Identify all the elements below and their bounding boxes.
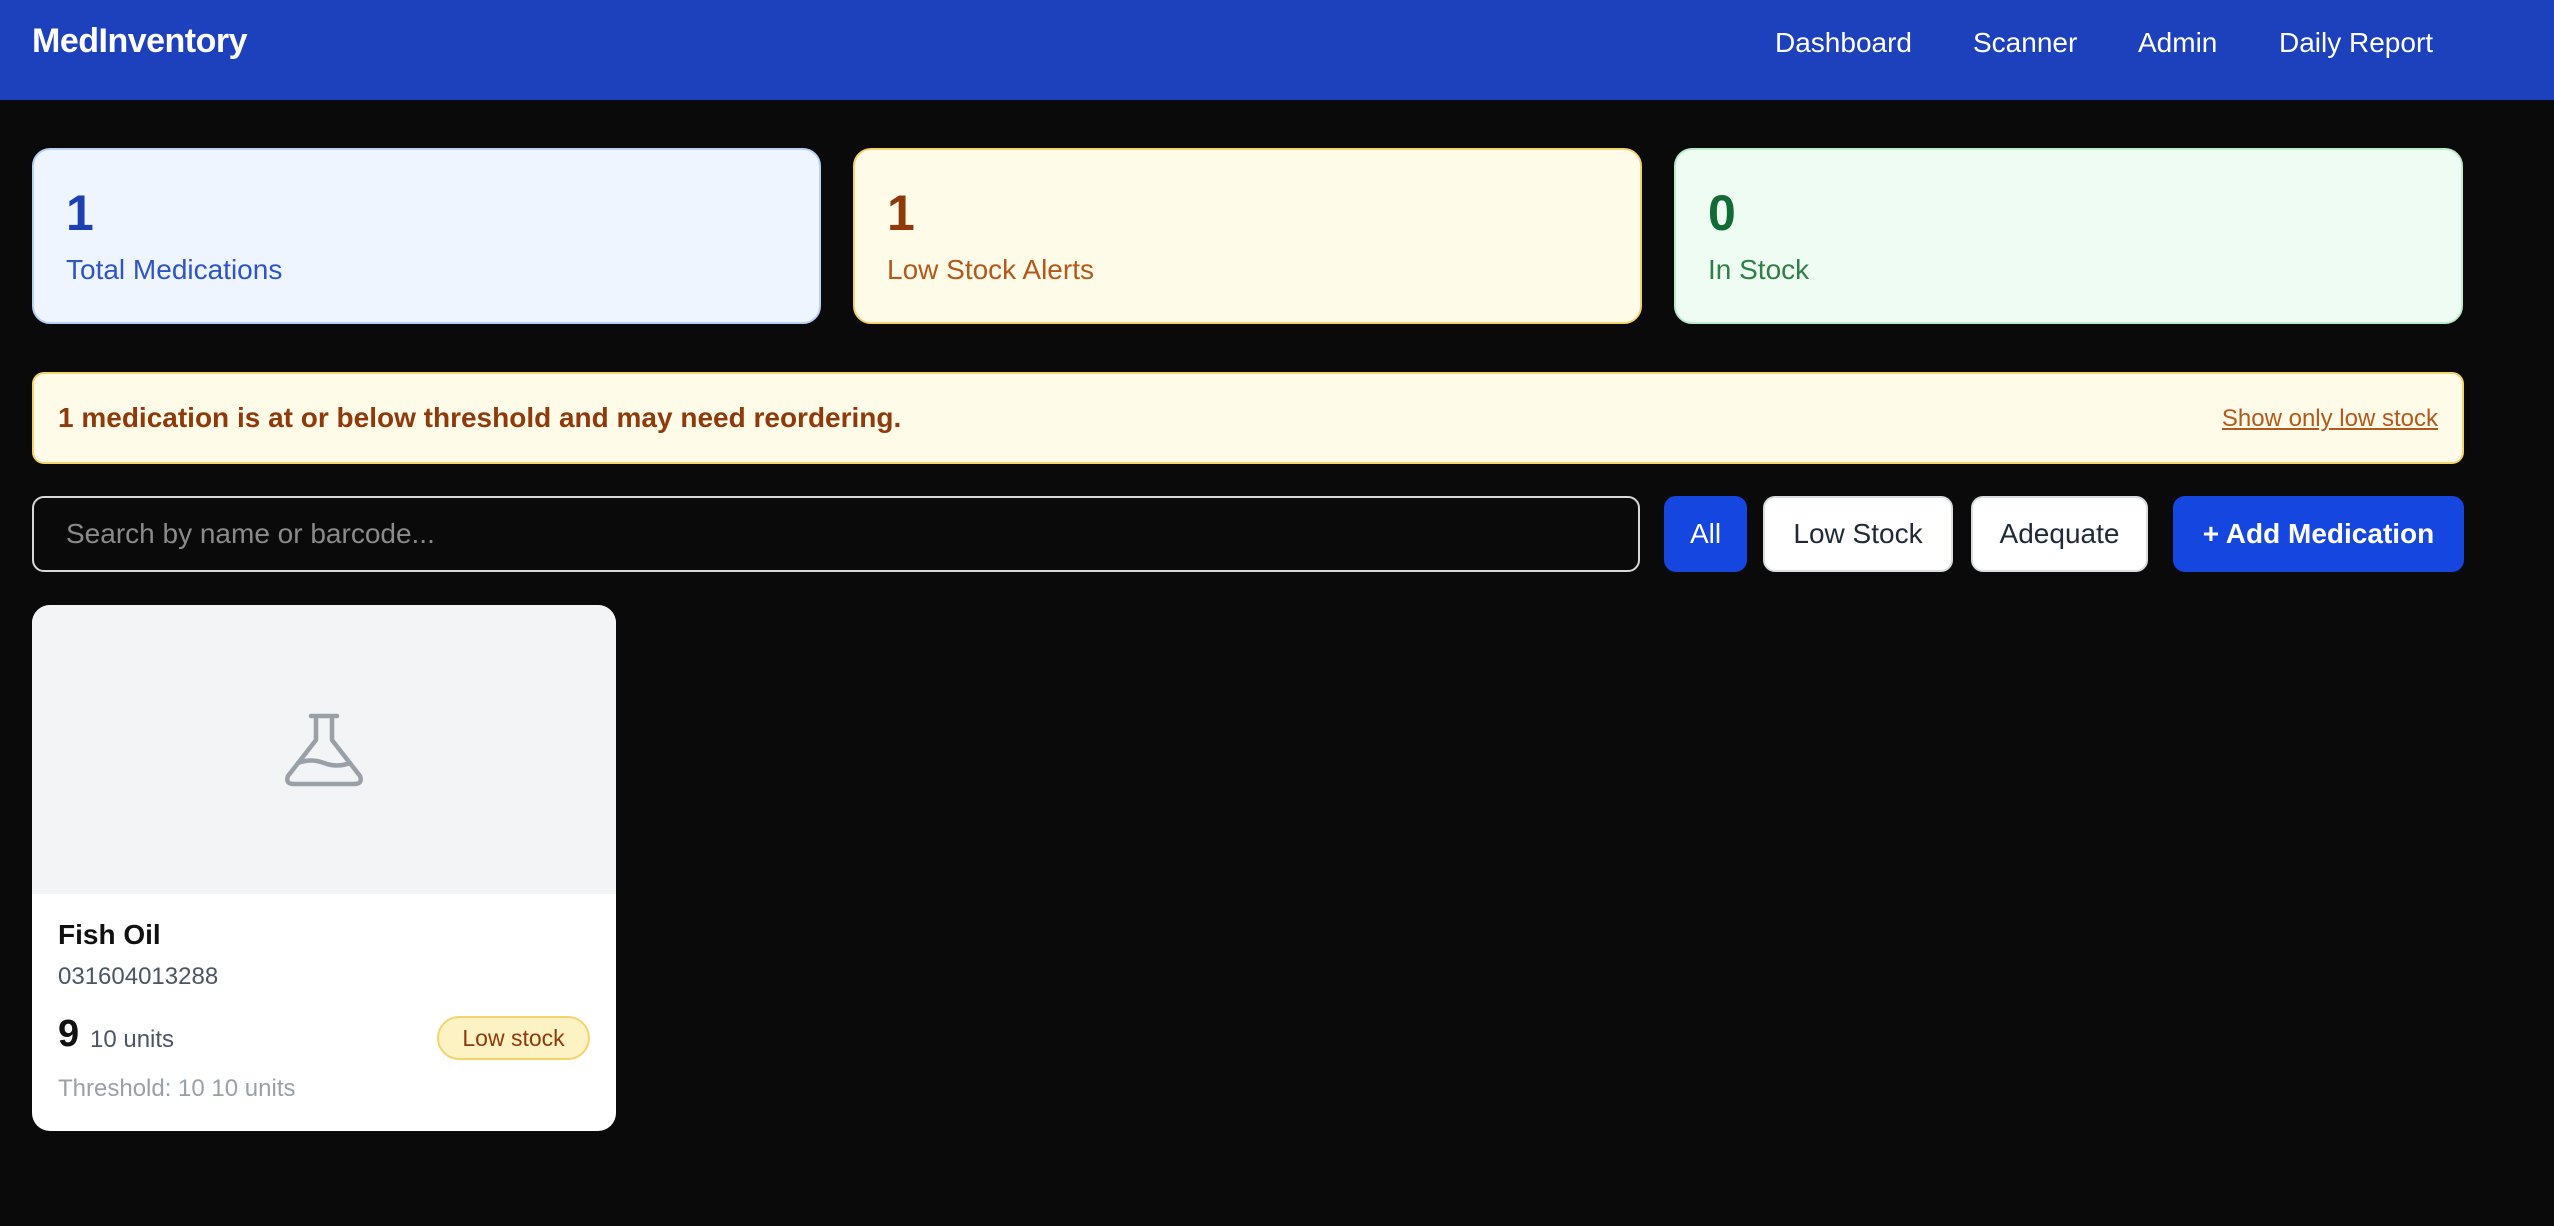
stat-low-label: Low Stock Alerts [887, 254, 1094, 285]
nav-dashboard[interactable]: Dashboard [1775, 27, 1912, 59]
filter-low-stock-button[interactable]: Low Stock [1763, 496, 1953, 572]
medication-quantity: 9 [58, 1013, 80, 1055]
search-input[interactable] [32, 496, 1640, 572]
stat-total-medications: 1 Total Medications [32, 148, 821, 324]
medication-card[interactable]: Fish Oil 031604013288 9 10 units Low sto… [32, 605, 616, 1131]
low-stock-alert-banner: 1 medication is at or below threshold an… [32, 372, 2464, 464]
flask-icon [285, 713, 363, 787]
medication-barcode: 031604013288 [58, 963, 219, 990]
nav-scanner[interactable]: Scanner [1973, 27, 2077, 59]
filter-adequate-button[interactable]: Adequate [1971, 496, 2148, 572]
stat-total-value: 1 [66, 185, 94, 241]
nav-daily-report[interactable]: Daily Report [2279, 27, 2433, 59]
stat-in-stock-value: 0 [1708, 185, 1736, 241]
stat-low-stock-alerts: 1 Low Stock Alerts [853, 148, 1642, 324]
show-only-low-stock-link[interactable]: Show only low stock [2222, 405, 2438, 433]
medication-unit: 10 units [90, 1026, 175, 1053]
stat-total-label: Total Medications [66, 254, 283, 285]
medication-image-placeholder [32, 605, 616, 894]
stat-low-value: 1 [887, 185, 915, 241]
app-logo[interactable]: MedInventory [32, 22, 248, 61]
medication-threshold: Threshold: 10 10 units [58, 1075, 296, 1102]
stat-in-stock-label: In Stock [1708, 254, 1810, 285]
filter-all-button[interactable]: All [1664, 496, 1747, 572]
stat-in-stock: 0 In Stock [1674, 148, 2463, 324]
medication-name: Fish Oil [58, 919, 161, 950]
alert-message: 1 medication is at or below threshold an… [58, 402, 902, 433]
nav-admin[interactable]: Admin [2138, 27, 2217, 59]
add-medication-button[interactable]: + Add Medication [2173, 496, 2464, 572]
status-badge: Low stock [437, 1016, 590, 1060]
top-navbar: MedInventory Dashboard Scanner Admin Dai… [0, 0, 2554, 100]
